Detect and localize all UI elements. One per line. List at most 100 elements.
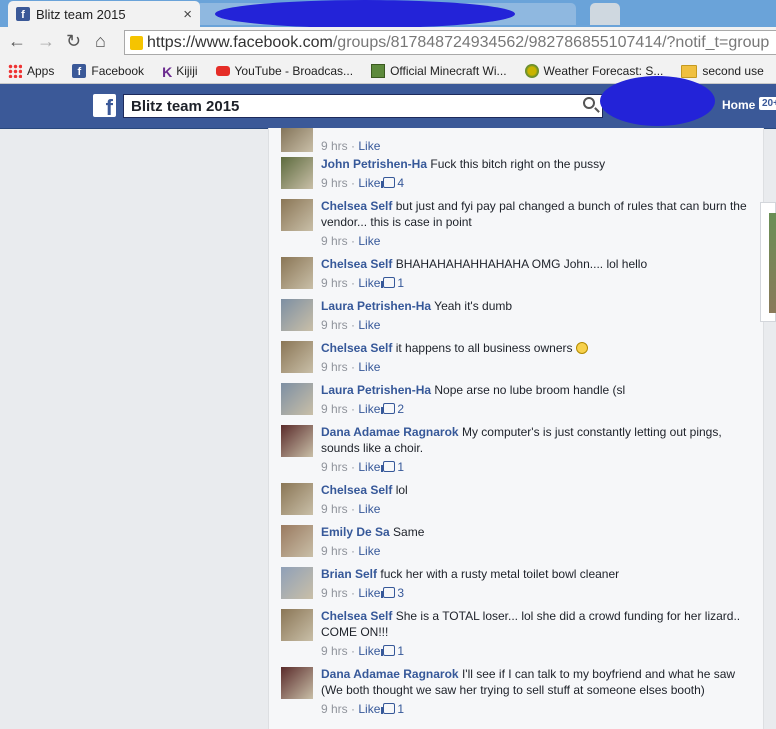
avatar[interactable] xyxy=(281,257,313,289)
like-link[interactable]: Like xyxy=(358,139,380,153)
comment-author-link[interactable]: Laura Petrishen-Ha xyxy=(321,299,431,313)
like-count[interactable]: 1 xyxy=(397,644,404,658)
like-link[interactable]: Like xyxy=(358,702,380,716)
like-count[interactable]: 1 xyxy=(397,460,404,474)
comment-body: Chelsea Self lol xyxy=(321,482,751,498)
like-link[interactable]: Like xyxy=(358,544,380,558)
comment-body: Brian Self fuck her with a rusty metal t… xyxy=(321,566,751,582)
side-photo-card[interactable] xyxy=(760,202,776,322)
avatar[interactable] xyxy=(281,567,313,599)
avatar[interactable] xyxy=(281,425,313,457)
comment-meta: 9 hrs · Like xyxy=(321,139,381,153)
avatar[interactable] xyxy=(281,483,313,515)
comment-timestamp[interactable]: 9 hrs xyxy=(321,318,348,332)
comment-timestamp[interactable]: 9 hrs xyxy=(321,460,348,474)
bookmark-item[interactable]: YouTube - Broadcas... xyxy=(215,64,353,78)
notification-badge[interactable]: 20+ xyxy=(759,97,776,110)
comment-text: Same xyxy=(393,525,425,539)
like-count[interactable]: 4 xyxy=(397,176,404,190)
like-count[interactable]: 1 xyxy=(397,276,404,290)
avatar[interactable] xyxy=(281,299,313,331)
thumbs-up-icon xyxy=(381,645,396,656)
comment-author-link[interactable]: Laura Petrishen-Ha xyxy=(321,383,431,397)
comment-timestamp[interactable]: 9 hrs xyxy=(321,276,348,290)
comment-timestamp[interactable]: 9 hrs xyxy=(321,644,348,658)
search-icon[interactable] xyxy=(583,97,595,109)
address-bar[interactable]: https://www.facebook.com/groups/81784872… xyxy=(124,30,776,55)
comment-timestamp[interactable]: 9 hrs xyxy=(321,702,348,716)
comment-timestamp[interactable]: 9 hrs xyxy=(321,176,348,190)
weather-icon xyxy=(524,64,539,78)
search-input[interactable]: Blitz team 2015 xyxy=(123,94,603,118)
avatar[interactable] xyxy=(281,341,313,373)
comment-author-link[interactable]: Dana Adamae Ragnarok xyxy=(321,667,459,681)
bookmark-item[interactable]: second use xyxy=(681,64,764,78)
comment-author-link[interactable]: Dana Adamae Ragnarok xyxy=(321,425,459,439)
comment-body: Laura Petrishen-Ha Yeah it's dumb xyxy=(321,298,751,314)
comment-timestamp[interactable]: 9 hrs xyxy=(321,544,348,558)
avatar[interactable] xyxy=(281,609,313,641)
avatar[interactable] xyxy=(281,383,313,415)
home-icon[interactable]: ⌂ xyxy=(95,31,106,52)
comment-timestamp[interactable]: 9 hrs xyxy=(321,234,348,248)
like-link[interactable]: Like xyxy=(358,234,380,248)
comment-timestamp[interactable]: 9 hrs xyxy=(321,139,348,153)
like-count[interactable]: 1 xyxy=(397,702,404,716)
comment-meta: 9 hrs · Like xyxy=(321,318,381,332)
comment-timestamp[interactable]: 9 hrs xyxy=(321,502,348,516)
bookmark-item[interactable]: K Kijiji xyxy=(162,64,197,80)
comment-timestamp[interactable]: 9 hrs xyxy=(321,360,348,374)
like-link[interactable]: Like xyxy=(358,360,380,374)
comment-author-link[interactable]: Chelsea Self xyxy=(321,257,392,271)
comment-author-link[interactable]: Emily De Sa xyxy=(321,525,390,539)
bookmark-item[interactable]: f Facebook xyxy=(72,64,144,78)
comment-meta: 9 hrs · Like 1 xyxy=(321,644,405,658)
like-link[interactable]: Like xyxy=(358,176,380,190)
comment-body: Chelsea Self it happens to all business … xyxy=(321,340,751,356)
reload-icon[interactable]: ↻ xyxy=(66,31,81,52)
comment-author-link[interactable]: Chelsea Self xyxy=(321,199,392,213)
bookmark-item[interactable]: Apps xyxy=(8,64,54,78)
home-link[interactable]: Home xyxy=(722,98,755,112)
comment-timestamp[interactable]: 9 hrs xyxy=(321,586,348,600)
comment-author-link[interactable]: John Petrishen-Ha xyxy=(321,157,427,171)
bookmark-label: Official Minecraft Wi... xyxy=(390,64,507,78)
like-link[interactable]: Like xyxy=(358,318,380,332)
active-tab[interactable]: f Blitz team 2015 × xyxy=(8,1,200,27)
comment-author-link[interactable]: Brian Self xyxy=(321,567,377,581)
comment-meta: 9 hrs · Like 1 xyxy=(321,460,405,474)
new-tab-button[interactable] xyxy=(590,3,620,25)
facebook-header: f Blitz team 2015 Home 20+ xyxy=(0,76,776,129)
back-arrow-icon[interactable]: ← xyxy=(8,31,26,52)
avatar[interactable] xyxy=(281,667,313,699)
like-link[interactable]: Like xyxy=(358,460,380,474)
comment-author-link[interactable]: Chelsea Self xyxy=(321,483,392,497)
thumbs-up-icon xyxy=(381,587,396,598)
tab-close-icon[interactable]: × xyxy=(183,6,192,23)
redaction-mark xyxy=(215,0,515,27)
minecraft-icon xyxy=(371,64,386,78)
like-link[interactable]: Like xyxy=(358,276,380,290)
comment-author-link[interactable]: Chelsea Self xyxy=(321,609,392,623)
youtube-icon xyxy=(215,66,230,76)
comment-author-link[interactable]: Chelsea Self xyxy=(321,341,392,355)
like-link[interactable]: Like xyxy=(358,502,380,516)
like-link[interactable]: Like xyxy=(358,644,380,658)
bookmark-label: Apps xyxy=(27,64,55,78)
avatar[interactable] xyxy=(281,157,313,189)
comment-timestamp[interactable]: 9 hrs xyxy=(321,402,348,416)
avatar[interactable] xyxy=(281,128,313,152)
page-info-icon[interactable] xyxy=(130,35,143,50)
kijiji-icon: K xyxy=(162,64,173,80)
comment-feed: 9 hrs · Like John Petrishen-Ha Fuck this … xyxy=(268,128,764,729)
like-count[interactable]: 3 xyxy=(397,586,404,600)
like-link[interactable]: Like xyxy=(358,586,380,600)
like-count[interactable]: 2 xyxy=(397,402,404,416)
like-link[interactable]: Like xyxy=(358,402,380,416)
avatar[interactable] xyxy=(281,525,313,557)
bookmark-item[interactable]: Official Minecraft Wi... xyxy=(371,64,507,78)
forward-arrow-icon[interactable]: → xyxy=(37,31,55,52)
comment-body: Chelsea Self She is a TOTAL loser... lol… xyxy=(321,608,751,640)
avatar[interactable] xyxy=(281,199,313,231)
facebook-logo-icon[interactable]: f xyxy=(93,94,116,117)
